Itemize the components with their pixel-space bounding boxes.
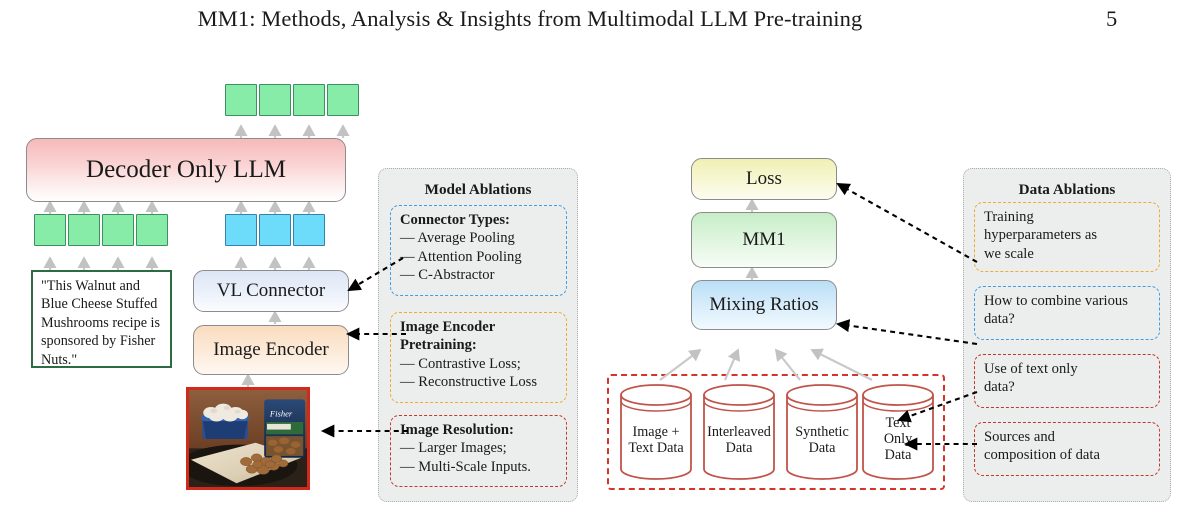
mm1-architecture-figure: Decoder Only LLM "This Walnut and Blue C… <box>0 62 1194 514</box>
page-number: 5 <box>1106 6 1118 31</box>
dashed-arrow-layer <box>320 182 978 451</box>
page-title: MM1: Methods, Analysis & Insights from M… <box>197 6 863 31</box>
page-header: MM1: Methods, Analysis & Insights from M… <box>0 6 1194 40</box>
